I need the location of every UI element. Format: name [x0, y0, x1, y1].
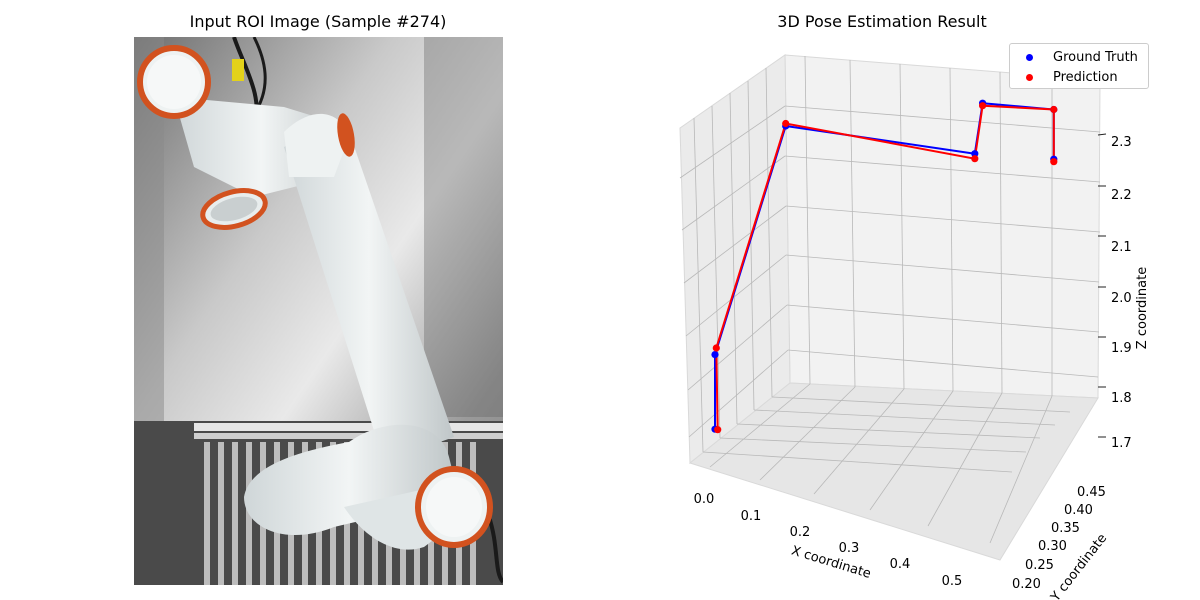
legend-marker	[1026, 73, 1033, 81]
y-tick-label: 0.25	[1025, 558, 1054, 573]
data-point-prediction	[782, 119, 790, 128]
data-point-prediction	[714, 426, 722, 434]
y-tick-label: 0.45	[1077, 485, 1106, 500]
z-tick-label: 2.2	[1111, 188, 1132, 203]
z-axis-label: Z coordinate	[1135, 267, 1150, 349]
x-tick-label: 0.1	[741, 509, 762, 524]
chart-legend: Ground Truth Prediction	[1009, 43, 1149, 89]
x-tick-label: 0.3	[839, 541, 860, 556]
x-tick-label: 0.2	[790, 525, 811, 540]
x-tick-label: 0.0	[694, 492, 715, 507]
z-tick-label: 1.7	[1111, 436, 1132, 451]
x-tick-label: 0.5	[942, 574, 963, 589]
chart-axes-panes	[679, 54, 1101, 561]
z-tick-label: 1.9	[1111, 341, 1132, 356]
data-point-prediction	[1050, 158, 1058, 166]
data-point-prediction	[712, 344, 720, 352]
y-tick-label: 0.20	[1012, 577, 1041, 592]
data-point-prediction	[1050, 105, 1058, 114]
z-tick-label: 2.0	[1111, 291, 1132, 306]
z-tick-label: 1.8	[1111, 391, 1132, 406]
pose-3d-chart: 0.0 0.1 0.2 0.3 0.4 0.5 0.20 0.25 0.30 0…	[679, 54, 1150, 600]
y-tick-label: 0.30	[1038, 539, 1067, 554]
y-tick-label: 0.40	[1064, 503, 1093, 518]
data-point-prediction	[979, 102, 987, 110]
data-point-prediction	[971, 155, 979, 163]
legend-item-ground-truth: Ground Truth	[1010, 47, 1138, 67]
legend-item-prediction: Prediction	[1010, 67, 1118, 87]
legend-marker	[1026, 53, 1033, 61]
legend-label: Ground Truth	[1053, 49, 1138, 65]
z-tick-label: 2.1	[1111, 240, 1132, 255]
y-tick-label: 0.35	[1051, 521, 1080, 536]
x-tick-label: 0.4	[890, 557, 911, 572]
x-axis-label: X coordinate	[789, 543, 872, 581]
legend-label: Prediction	[1053, 69, 1118, 85]
z-tick-label: 2.3	[1111, 135, 1132, 150]
data-point-ground-truth	[711, 351, 719, 359]
